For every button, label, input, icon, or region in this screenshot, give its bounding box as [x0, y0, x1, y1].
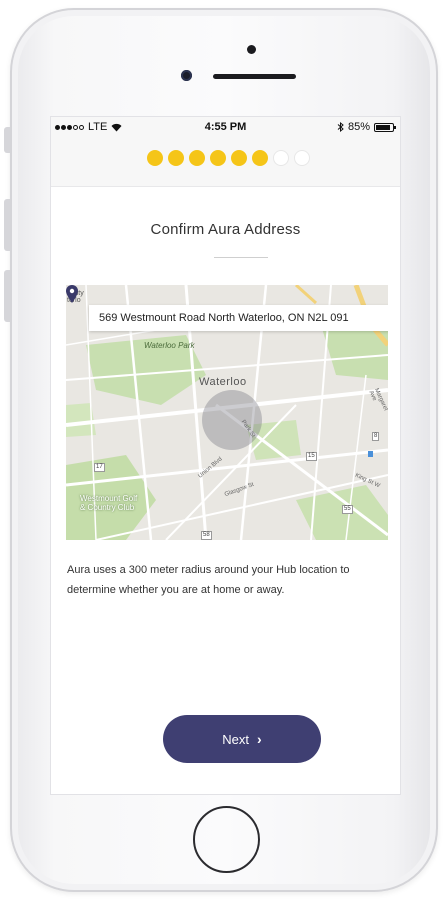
progress-step-pending — [294, 150, 310, 166]
address-map[interactable]: ersity terlo Waterloo Park Waterloo West… — [66, 285, 388, 540]
front-camera — [181, 70, 192, 81]
front-sensor — [247, 45, 256, 54]
bluetooth-icon — [337, 122, 344, 132]
location-pin-icon — [66, 285, 78, 303]
progress-step-complete — [147, 150, 163, 166]
mute-switch — [4, 127, 10, 153]
earpiece-speaker — [213, 74, 296, 79]
route-shield-58: 58 — [201, 531, 212, 540]
address-label: 569 Westmount Road North Waterloo, ON N2… — [89, 305, 388, 331]
progress-step-complete — [231, 150, 247, 166]
route-shield-15: 15 — [306, 452, 317, 461]
progress-step-complete — [189, 150, 205, 166]
map-label-park: Waterloo Park — [144, 341, 195, 350]
progress-step-complete — [210, 150, 226, 166]
progress-step-complete — [252, 150, 268, 166]
volume-up-button — [4, 199, 10, 251]
radius-circle — [202, 390, 262, 450]
next-button[interactable]: Next › — [163, 715, 321, 763]
route-shield-17: 17 — [94, 463, 105, 472]
radius-explanation: Aura uses a 300 meter radius around your… — [67, 564, 350, 596]
next-button-label: Next — [222, 731, 250, 747]
step-progress-indicator — [147, 150, 310, 166]
status-right: 85% — [337, 121, 396, 133]
route-shield-55: 55 — [342, 505, 353, 514]
header-area: LTE 4:55 PM 85% — [51, 117, 400, 187]
progress-step-pending — [273, 150, 289, 166]
app-screen: LTE 4:55 PM 85% Confirm Aura Address ter… — [50, 116, 401, 795]
chevron-right-icon: › — [257, 731, 262, 747]
page-title: Confirm Aura Address — [150, 221, 301, 238]
map-label-golf: Westmount Golf & Country Club — [80, 494, 138, 512]
progress-step-complete — [168, 150, 184, 166]
status-bar: LTE 4:55 PM 85% — [51, 117, 400, 137]
home-button[interactable] — [193, 806, 260, 873]
route-shield-8: 8 — [372, 432, 380, 441]
map-label-city: Waterloo — [199, 376, 247, 388]
battery-percent: 85% — [347, 121, 370, 133]
title-divider — [214, 257, 268, 258]
battery-icon — [374, 122, 396, 132]
volume-down-button — [4, 270, 10, 322]
